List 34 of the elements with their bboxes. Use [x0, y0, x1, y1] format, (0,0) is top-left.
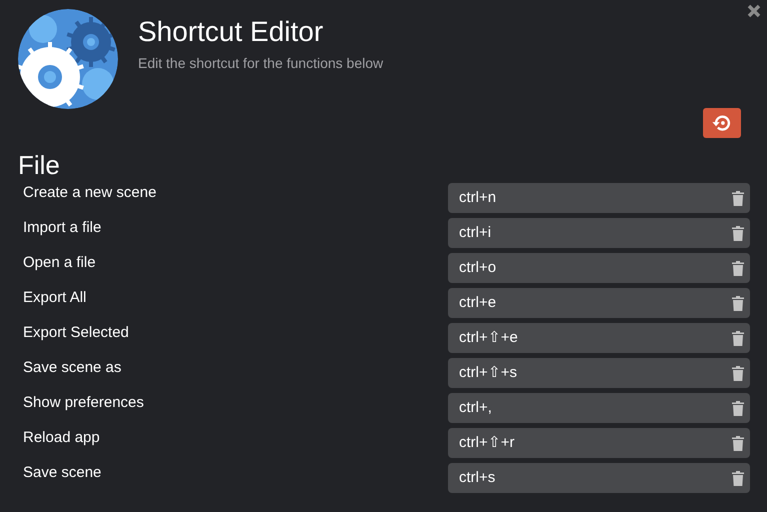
trash-icon[interactable] [732, 190, 744, 206]
shortcut-field[interactable]: ctrl+, [448, 393, 750, 423]
section-heading: File [18, 150, 61, 180]
window-title: Shortcut Editor [138, 15, 324, 49]
function-label: Export Selected [22, 322, 129, 343]
shortcut-field[interactable]: ctrl+n [448, 183, 750, 213]
trash-icon[interactable] [732, 226, 744, 240]
gears-logo-icon [18, 9, 118, 109]
trash-icon[interactable] [732, 366, 744, 380]
shortcut-field[interactable]: ctrl+e [448, 288, 750, 318]
shortcut-field[interactable]: ctrl+⇧+r [448, 428, 750, 458]
function-label: Reload app [22, 428, 100, 448]
close-button[interactable] [747, 4, 761, 18]
shortcut-field[interactable]: ctrl+i [448, 218, 750, 248]
shortcut-field[interactable]: ctrl+s [448, 463, 750, 493]
function-label: Open a file [22, 252, 96, 273]
function-label: Import a file [22, 218, 102, 238]
trash-icon[interactable] [732, 470, 744, 486]
trash-icon[interactable] [732, 330, 744, 346]
shortcut-field[interactable]: ctrl+o [448, 253, 750, 283]
shortcut-field[interactable]: ctrl+⇧+s [448, 358, 750, 388]
trash-icon[interactable] [732, 296, 744, 310]
function-label: Export All [22, 288, 86, 308]
close-icon [747, 4, 761, 18]
subtitle: Edit the shortcut for the functions below [138, 54, 384, 73]
trash-icon[interactable] [732, 400, 744, 416]
function-label: Create a new scene [22, 182, 156, 203]
trash-icon[interactable] [732, 260, 744, 276]
trash-icon[interactable] [732, 436, 744, 450]
function-label: Save scene [22, 462, 102, 483]
shortcut-field[interactable]: ctrl+⇧+e [448, 323, 750, 353]
function-label: Save scene as [22, 358, 122, 378]
reset-button[interactable] [703, 108, 741, 138]
function-label: Show preferences [22, 392, 144, 413]
